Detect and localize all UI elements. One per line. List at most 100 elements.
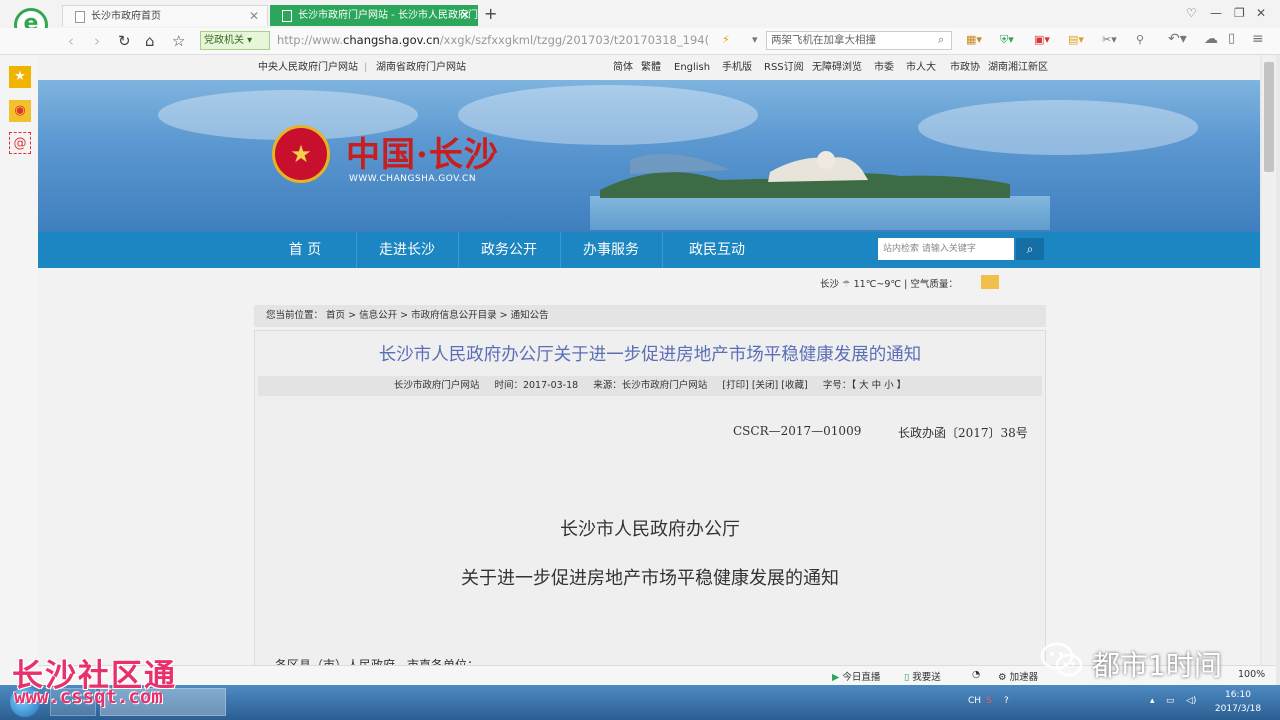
meta-time: 时间：2017-03-18 — [494, 380, 579, 391]
document-number: CSCR—2017—01009 — [733, 424, 862, 438]
link-city-committee[interactable]: 市委 — [874, 57, 894, 79]
scrollbar-thumb[interactable] — [1264, 62, 1274, 172]
watermark-wechat-account: 都市1时间 — [1092, 649, 1222, 682]
national-emblem-icon: ★ — [272, 125, 330, 183]
search-engine-chevron-icon[interactable]: ▾ — [752, 33, 758, 46]
search-placeholder: 站内检索 请输入关键字 — [883, 244, 976, 254]
link-english[interactable]: English — [674, 57, 710, 79]
translate-icon[interactable]: ▣▾ — [1034, 33, 1050, 46]
link-separator: | — [364, 62, 368, 73]
accelerator-button[interactable]: ⚙ 加速器 — [998, 669, 1038, 683]
air-quality-label: 空气质量： — [910, 279, 958, 290]
ime-icon[interactable]: S — [986, 696, 992, 706]
link-rss[interactable]: RSS订阅 — [764, 57, 804, 79]
weather-bar: 长沙 ☂ 11℃~9℃ | 空气质量： — [820, 276, 958, 290]
article-title: 长沙市人民政府办公厅关于进一步促进房地产市场平稳健康发展的通知 — [378, 345, 922, 365]
minimize-icon[interactable]: — — [1210, 6, 1222, 20]
mail-icon[interactable]: @ — [9, 132, 31, 154]
site-logo[interactable]: 中国·长沙 — [346, 127, 499, 176]
article-heading-issuer: 长沙市人民政府办公厅 — [560, 519, 740, 540]
tools-icon[interactable]: ⚲ — [1136, 33, 1144, 46]
send-button[interactable]: ▯ 我要送 — [904, 669, 941, 683]
taskbar-clock[interactable]: 16:10 2017/3/18 — [1208, 688, 1268, 716]
nav-home[interactable]: 首 页 — [254, 232, 357, 268]
document-reference: 长政办函〔2017〕38号 — [898, 426, 1028, 440]
link-city-npc[interactable]: 市人大 — [906, 57, 936, 79]
lightning-icon[interactable]: ⚡ — [722, 33, 730, 46]
meta-site: 长沙市政府门户网站 — [393, 380, 480, 391]
search-icon[interactable]: ⌕ — [938, 33, 944, 47]
link-cppcc[interactable]: 市政协 — [950, 57, 980, 79]
phone-icon: ▯ — [904, 672, 910, 683]
undo-icon[interactable]: ↶▾ — [1168, 31, 1187, 47]
apps-icon[interactable]: ▦▾ — [966, 33, 982, 46]
tab-label: 长沙市政府首页 — [91, 11, 161, 22]
close-tab-icon[interactable]: ✕ — [460, 5, 470, 26]
weather-temp: 11℃~9℃ — [853, 279, 902, 290]
breadcrumb-prefix: 您当前位置： — [266, 310, 324, 321]
folder-icon[interactable]: ▤▾ — [1068, 33, 1084, 46]
breadcrumb: 您当前位置： 首页 > 信息公开 > 市政府信息公开目录 > 通知公告 — [254, 305, 1046, 327]
refresh-icon[interactable]: ↻ — [118, 32, 131, 50]
wechat-icon — [1040, 642, 1083, 677]
play-icon: ▶ — [832, 672, 840, 683]
link-accessibility[interactable]: 无障碍浏览 — [812, 57, 862, 79]
nav-about-changsha[interactable]: 走进长沙 — [356, 232, 459, 268]
nav-gov-affairs[interactable]: 政务公开 — [458, 232, 561, 268]
screenshot-icon[interactable]: ✂▾ — [1102, 33, 1117, 46]
nav-interaction[interactable]: 政民互动 — [662, 232, 772, 268]
article-title-bar: 长沙市人民政府办公厅关于进一步促进房地产市场平稳健康发展的通知 — [254, 335, 1046, 375]
breadcrumb-info[interactable]: 信息公开 — [359, 310, 397, 321]
close-window-icon[interactable]: ✕ — [1256, 6, 1266, 20]
menu-icon[interactable]: ≡ — [1252, 31, 1264, 47]
shield-icon[interactable]: ⛨▾ — [1000, 33, 1014, 47]
meta-actions[interactable]: [打印] [关闭] [收藏] — [722, 380, 807, 391]
back-icon[interactable]: ‹ — [68, 32, 74, 50]
watermark-url: www.cssqt.com — [14, 686, 163, 708]
history-icon[interactable]: ◔ — [972, 669, 980, 680]
live-button[interactable]: ▶ 今日直播 — [832, 669, 880, 683]
close-tab-icon[interactable]: ✕ — [249, 6, 259, 26]
tab-changsha-home[interactable]: 长沙市政府首页 ✕ — [62, 5, 268, 26]
phone-icon[interactable]: ▯ — [1228, 31, 1235, 46]
favorites-star-icon[interactable]: ★ — [9, 66, 31, 88]
link-simplified[interactable]: 简体 — [613, 57, 633, 79]
volume-icon[interactable]: ◁) — [1186, 696, 1196, 706]
breadcrumb-notices[interactable]: 通知公告 — [511, 310, 549, 321]
meta-font-size[interactable]: 字号：【 大 中 小 】 — [823, 380, 906, 391]
forward-icon[interactable]: › — [94, 32, 100, 50]
network-icon[interactable]: ▭ — [1166, 696, 1175, 706]
cloud-icon: ☂ — [842, 279, 851, 290]
page-icon — [75, 11, 85, 23]
favorite-star-icon[interactable]: ☆ — [172, 32, 185, 50]
tab-changsha-portal[interactable]: 长沙市政府门户网站 - 长沙市人民政府门户 ✕ — [270, 5, 478, 26]
url-field[interactable]: http://www.changsha.gov.cn/xxgk/szfxxgkm… — [277, 31, 717, 50]
top-links-bar: 中央人民政府门户网站 | 湖南省政府门户网站 简体 繁體 English 手机版… — [38, 57, 1260, 79]
new-tab-button[interactable]: + — [484, 4, 497, 23]
weibo-icon[interactable]: ◉ — [9, 100, 31, 122]
nav-services[interactable]: 办事服务 — [560, 232, 663, 268]
maximize-icon[interactable]: ❐ — [1234, 6, 1245, 20]
link-hunan-gov[interactable]: 湖南省政府门户网站 — [376, 57, 466, 79]
breadcrumb-catalog[interactable]: 市政府信息公开目录 — [411, 310, 497, 321]
site-search-button[interactable]: ⌕ — [1016, 238, 1044, 260]
skin-icon[interactable]: ♡ — [1186, 6, 1197, 20]
url-prefix: http://www. — [277, 33, 344, 47]
zone-badge[interactable]: 党政机关 ▾ — [200, 31, 270, 50]
meta-source: 来源：长沙市政府门户网站 — [593, 380, 708, 391]
home-icon[interactable]: ⌂ — [145, 32, 155, 50]
breadcrumb-home[interactable]: 首页 — [326, 310, 345, 321]
site-search-input[interactable]: 站内检索 请输入关键字 — [878, 238, 1014, 260]
link-central-gov[interactable]: 中央人民政府门户网站 — [258, 57, 358, 79]
tray-expand-icon[interactable]: ▴ — [1150, 696, 1155, 706]
lake-image — [590, 196, 1050, 230]
help-icon[interactable]: ? — [1004, 696, 1009, 706]
zoom-level[interactable]: 100% — [1238, 669, 1265, 680]
zone-label: 党政机关 — [204, 35, 244, 46]
link-traditional[interactable]: 繁體 — [641, 57, 661, 79]
input-lang[interactable]: CH — [968, 696, 981, 706]
link-xiangjiang[interactable]: 湖南湘江新区 — [988, 57, 1048, 79]
link-mobile[interactable]: 手机版 — [722, 57, 752, 79]
search-input[interactable]: 两架飞机在加拿大相撞 — [766, 31, 952, 50]
cloud-icon[interactable]: ☁ — [1204, 31, 1218, 47]
